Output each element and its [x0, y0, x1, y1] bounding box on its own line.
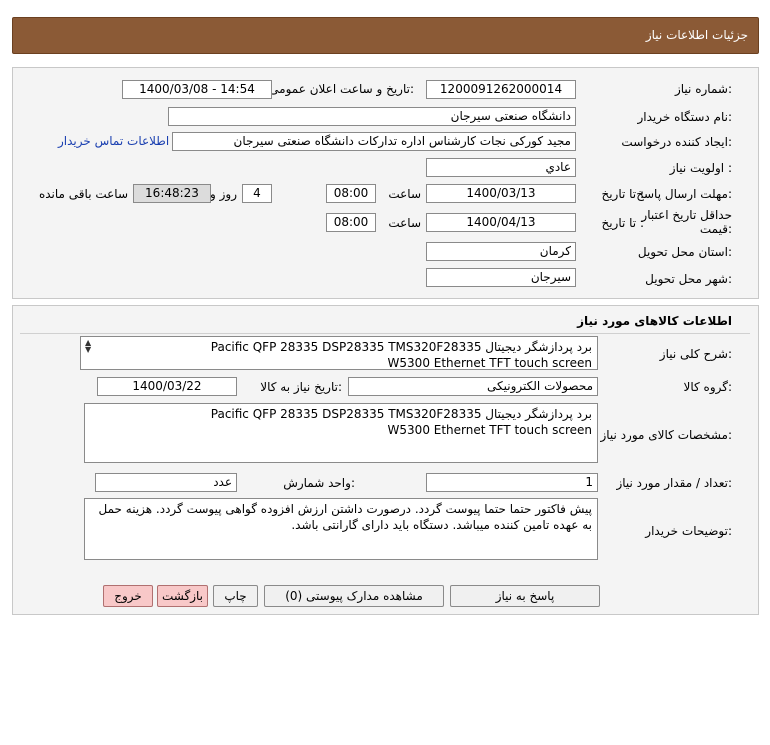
buyer-org-field: دانشگاه صنعتی سیرجان [168, 107, 576, 126]
days-label: روز و [210, 187, 237, 201]
page-title: جزئیات اطلاعات نیاز [645, 28, 748, 42]
priority-label: اولویت نیاز : [669, 161, 732, 175]
qty-label: تعداد / مقدار مورد نیاز: [616, 476, 732, 490]
need-date-field: 1400/03/22 [97, 377, 237, 396]
goods-section-title: اطلاعات کالاهای مورد نیاز [577, 314, 732, 328]
need-number-field: 1200091262000014 [426, 80, 576, 99]
days-field: 4 [242, 184, 272, 203]
spec-line2: W5300 Ethernet TFT touch screen [387, 423, 592, 437]
deadline-date-field: 1400/03/13 [426, 184, 576, 203]
scroll-arrows-icon[interactable]: ▲ ▼ [85, 339, 91, 354]
remaining-label: ساعت باقی مانده [38, 187, 128, 201]
deadline-label: مهلت ارسال پاسخ: [636, 187, 732, 201]
general-desc-line2: W5300 Ethernet TFT touch screen [387, 356, 592, 370]
province-label: استان محل تحویل: [637, 245, 732, 259]
general-desc-line1: برد پردازشگر دیجیتال Pacific QFP 28335 D… [210, 340, 592, 354]
group-label: گروه کالا: [683, 380, 733, 394]
unit-label: واحد شمارش: [283, 476, 355, 490]
group-field: محصولات الکترونیکی [348, 377, 598, 396]
reply-button[interactable]: پاسخ به نیاز [450, 585, 600, 607]
print-button[interactable]: چاپ [213, 585, 258, 607]
general-desc-label: شرح کلی نیاز: [659, 347, 732, 361]
need-number-label: شماره نیاز: [674, 82, 732, 96]
exit-button[interactable]: خروج [103, 585, 153, 607]
spec-field: برد پردازشگر دیجیتال Pacific QFP 28335 D… [84, 403, 598, 463]
validity-label: حداقل تاریخ اعتبار قیمت: [641, 208, 732, 236]
need-info-panel [12, 67, 759, 299]
city-field: سیرجان [426, 268, 576, 287]
city-label: شهر محل تحویل: [645, 272, 732, 286]
qty-field: 1 [426, 473, 598, 492]
spec-label: مشخصات کالای مورد نیاز: [600, 428, 732, 442]
creator-field: مجید کورکی نجات کارشناس اداره تدارکات دا… [172, 132, 576, 151]
validity-date-field: 1400/04/13 [426, 213, 576, 232]
creator-label: ایجاد کننده درخواست: [621, 135, 732, 149]
validity-time-field: 08:00 [326, 213, 376, 232]
section-divider [20, 333, 750, 334]
buyer-org-label: نام دستگاه خریدار: [637, 110, 733, 124]
deadline-time-field: 08:00 [326, 184, 376, 203]
announce-label: تاریخ و ساعت اعلان عمومی: [269, 82, 414, 96]
back-button[interactable]: بازگشت [157, 585, 208, 607]
attachments-button[interactable]: مشاهده مدارک پیوستی (0) [264, 585, 444, 607]
validity-to-date-label: تا تاریخ : [601, 216, 644, 230]
buyer-notes-field: پیش فاکتور حتما حتما پیوست گردد. درصورت … [84, 498, 598, 560]
priority-field: عادي [426, 158, 576, 177]
buyer-notes-label: توضیحات خریدار: [645, 524, 732, 538]
deadline-to-date-label: تا تاریخ : [601, 187, 644, 201]
need-date-label: تاریخ نیاز به کالا: [260, 380, 342, 394]
general-desc-field: برد پردازشگر دیجیتال Pacific QFP 28335 D… [80, 336, 598, 370]
remaining-time-field: 16:48:23 [133, 184, 211, 203]
province-field: کرمان [426, 242, 576, 261]
page-header: جزئیات اطلاعات نیاز [12, 17, 759, 54]
announce-field: 1400/03/08 - 14:54 [122, 80, 272, 99]
validity-time-label: ساعت [388, 216, 421, 230]
buyer-contact-link[interactable]: اطلاعات تماس خریدار [58, 134, 169, 148]
deadline-time-label: ساعت [388, 187, 421, 201]
spec-line1: برد پردازشگر دیجیتال Pacific QFP 28335 D… [210, 407, 592, 421]
unit-field: عدد [95, 473, 237, 492]
